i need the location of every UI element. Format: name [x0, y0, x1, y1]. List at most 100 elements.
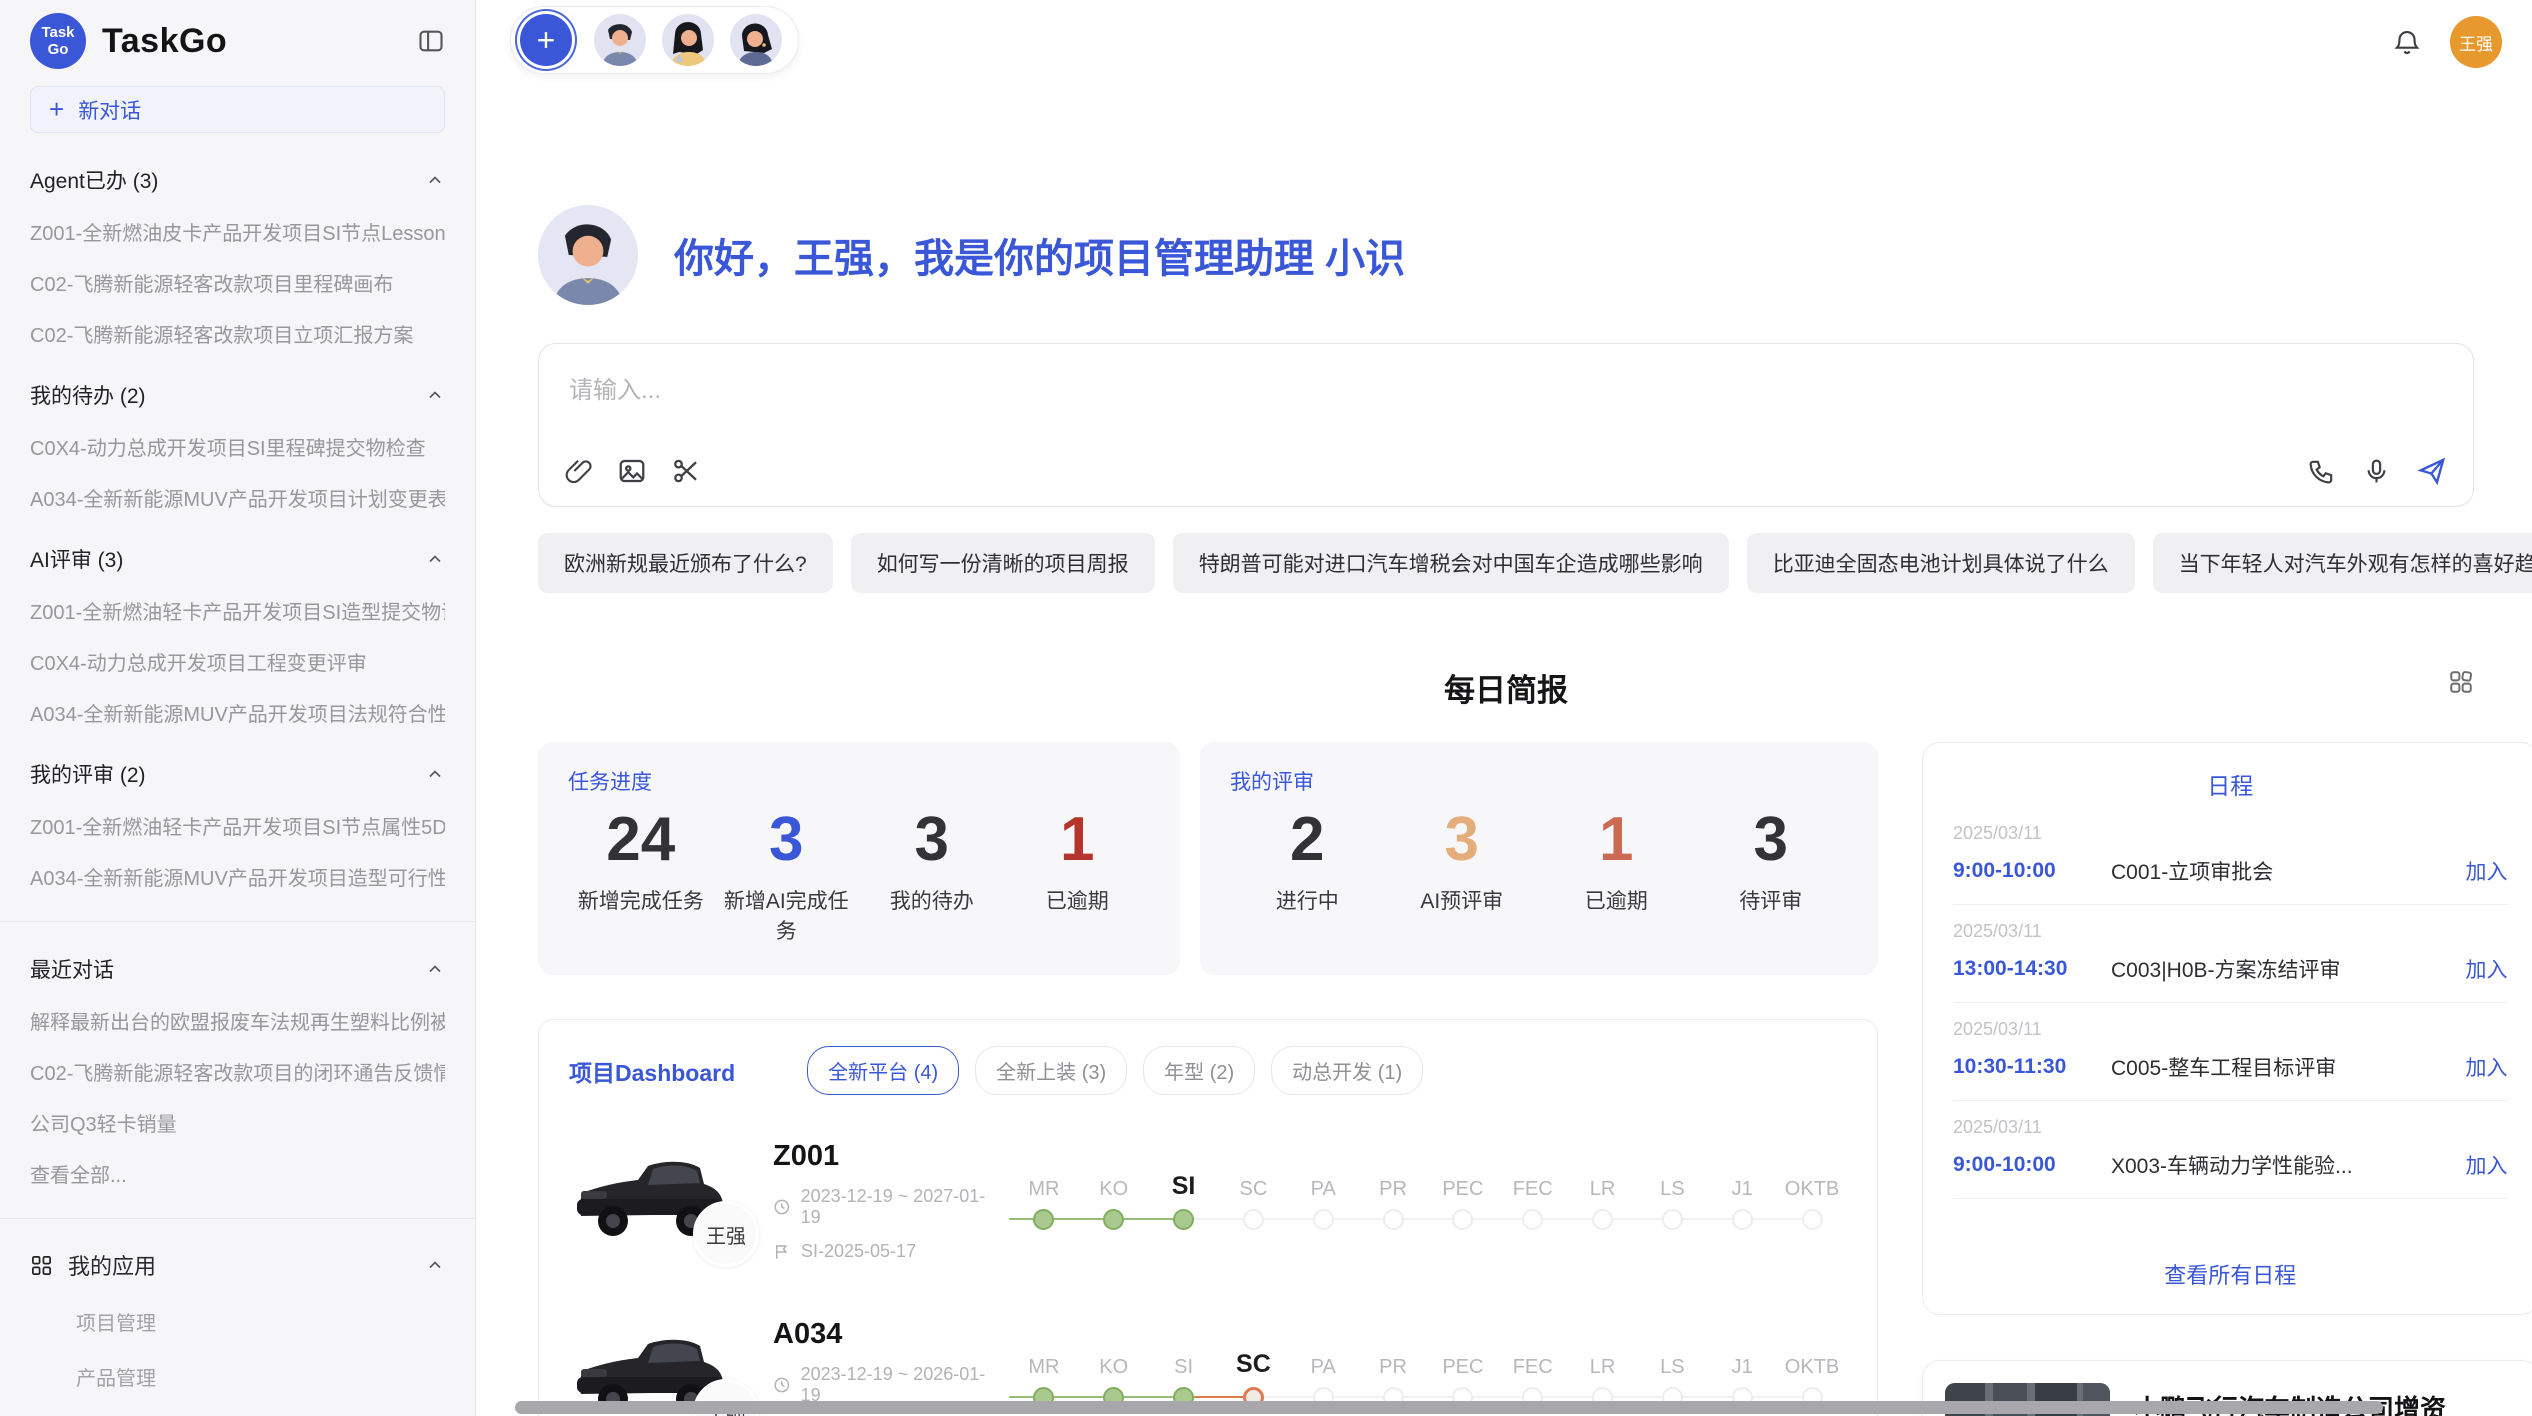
sidebar-task-item[interactable]: 查看全部...: [30, 1159, 445, 1188]
timeline-segment: [1054, 1396, 1078, 1398]
sidebar-task-item[interactable]: 解释最新出台的欧盟报废车法规再生塑料比例被调至15%...: [30, 1006, 445, 1035]
stat: 2 进行中: [1230, 804, 1385, 915]
milestone-node: [1313, 1209, 1334, 1230]
chevron-up-icon[interactable]: [425, 385, 445, 405]
image-upload-icon[interactable]: [617, 456, 647, 486]
timeline-segment: [1707, 1396, 1731, 1398]
join-meeting-link[interactable]: 加入: [2466, 954, 2508, 984]
sidebar-section: 最近对话 解释最新出台的欧盟报废车法规再生塑料比例被调至15%... C02-飞腾…: [30, 954, 445, 1188]
dashboard-tab[interactable]: 全新上装 (3): [975, 1046, 1127, 1095]
stat-list: 24 新增完成任务 3 新增AI完成任务 3 我的待办 1 已逾期: [568, 804, 1150, 945]
sidebar-item-my-apps[interactable]: 我的应用: [30, 1249, 445, 1281]
suggestion-chip[interactable]: 当下年轻人对汽车外观有怎样的喜好趋势: [2153, 533, 2532, 593]
milestone-label: PA: [1311, 1169, 1336, 1201]
stat: 3 AI预评审: [1385, 804, 1540, 915]
sidebar-task-item[interactable]: Z001-全新燃油轻卡产品开发项目SI节点属性5D文件评审: [30, 811, 445, 840]
project-row[interactable]: 王强 Z001 2023-12-19 ~ 2027-01-19 SI-2025-…: [569, 1129, 1847, 1273]
milestone-label: PA: [1311, 1347, 1336, 1379]
scissors-icon[interactable]: [671, 456, 701, 486]
stat: 1 已逾期: [1539, 804, 1694, 915]
phone-call-icon[interactable]: [2307, 457, 2336, 486]
suggestion-chip[interactable]: 特朗普可能对进口汽车增税会对中国车企造成哪些影响: [1173, 533, 1729, 593]
join-meeting-link[interactable]: 加入: [2466, 1052, 2508, 1082]
chevron-up-icon[interactable]: [425, 959, 445, 979]
sidebar-task-item[interactable]: Z001-全新燃油轻卡产品开发项目SI造型提交物评审: [30, 596, 445, 625]
sidebar-task-item[interactable]: C0X4-动力总成开发项目工程变更评审: [30, 647, 445, 676]
stat-value: 3: [859, 804, 1005, 875]
timeline-segment: [1498, 1218, 1522, 1220]
chevron-up-icon[interactable]: [425, 549, 445, 569]
send-icon[interactable]: [2417, 456, 2447, 486]
header-actions: 王强: [2392, 16, 2502, 68]
project-dates: 2023-12-19 ~ 2026-01-19: [773, 1364, 1001, 1406]
apps-grid-icon: [30, 1254, 53, 1277]
stat-label: 新增完成任务: [568, 885, 714, 915]
notification-bell-icon[interactable]: [2392, 27, 2422, 57]
chat-composer[interactable]: 请输入...: [538, 343, 2474, 507]
sidebar-task-item[interactable]: 公司Q3轻卡销量: [30, 1108, 445, 1137]
sidebar-task-item[interactable]: Z001-全新燃油皮卡产品开发项目SI节点Lesson Learn报告: [30, 217, 445, 246]
agent-avatar-3[interactable]: [730, 14, 782, 66]
chevron-up-icon[interactable]: [425, 764, 445, 784]
timeline-segment: [1334, 1218, 1358, 1220]
chevron-up-icon[interactable]: [425, 1255, 445, 1275]
join-meeting-link[interactable]: 加入: [2466, 856, 2508, 886]
attachment-icon[interactable]: [565, 457, 593, 485]
section-header[interactable]: Agent已办 (3): [30, 165, 445, 195]
timeline-segment: [1683, 1218, 1707, 1220]
sidebar-task-item[interactable]: A034-全新新能源MUV产品开发项目计划变更表编写: [30, 483, 445, 512]
view-all-schedule-link[interactable]: 查看所有日程: [1953, 1242, 2508, 1294]
milestone-node: [1452, 1209, 1473, 1230]
stat-card-title: 任务进度: [568, 766, 1150, 796]
stat-value: 1: [1005, 804, 1151, 875]
section-header[interactable]: 最近对话: [30, 954, 445, 984]
plus-icon: +: [49, 96, 64, 122]
suggestion-chip[interactable]: 如何写一份清晰的项目周报: [851, 533, 1155, 593]
suggestion-chip[interactable]: 欧洲新规最近颁布了什么?: [538, 533, 833, 593]
milestone-label: OKTB: [1785, 1169, 1839, 1201]
dashboard-tab[interactable]: 全新平台 (4): [807, 1046, 959, 1095]
schedule-event-title: C001-立项审批会: [2111, 856, 2452, 886]
timeline-segment: [1543, 1218, 1567, 1220]
dashboard-tab[interactable]: 动总开发 (1): [1271, 1046, 1423, 1095]
section-header[interactable]: 我的待办 (2): [30, 380, 445, 410]
add-agent-button[interactable]: +: [520, 14, 572, 66]
suggestion-chip[interactable]: 比亚迪全固态电池计划具体说了什么: [1747, 533, 2135, 593]
section-header[interactable]: 我的评审 (2): [30, 759, 445, 789]
milestone-label: J1: [1732, 1347, 1753, 1379]
horizontal-scrollbar[interactable]: [515, 1401, 2383, 1414]
milestone-node: [1243, 1209, 1264, 1230]
sidebar-task-item[interactable]: C02-飞腾新能源轻客改款项目里程碑画布: [30, 268, 445, 297]
project-row[interactable]: 王强 A034 2023-12-19 ~ 2026-01-19 SC-2025-…: [569, 1307, 1847, 1416]
my-apps-item[interactable]: 项目管理: [76, 1307, 445, 1336]
collapse-sidebar-icon[interactable]: [417, 27, 445, 55]
section-header[interactable]: AI评审 (3): [30, 544, 445, 574]
sidebar-task-item[interactable]: A034-全新新能源MUV产品开发项目法规符合性评审: [30, 698, 445, 727]
project-owner-badge: 王强: [693, 1201, 759, 1267]
sidebar-task-item[interactable]: C0X4-动力总成开发项目SI里程碑提交物检查: [30, 432, 445, 461]
sidebar-task-item[interactable]: A034-全新新能源MUV产品开发项目造型可行性评审: [30, 862, 445, 891]
stat-label: 进行中: [1230, 885, 1385, 915]
chevron-up-icon[interactable]: [425, 170, 445, 190]
join-meeting-link[interactable]: 加入: [2466, 1150, 2508, 1180]
schedule-card: 日程 2025/03/11 9:00-10:00 C001-立项审批会 加入 2…: [1922, 742, 2532, 1315]
microphone-icon[interactable]: [2362, 457, 2391, 486]
chat-input[interactable]: 请输入...: [569, 370, 2443, 405]
new-chat-button[interactable]: + 新对话: [30, 86, 445, 133]
logo-line1: Task: [41, 24, 74, 41]
agent-avatar-2[interactable]: [662, 14, 714, 66]
dashboard-tab[interactable]: 年型 (2): [1143, 1046, 1255, 1095]
agent-avatar-1[interactable]: [594, 14, 646, 66]
schedule-event-title: X003-车辆动力学性能验...: [2111, 1150, 2452, 1180]
my-apps-item[interactable]: 产品管理: [76, 1362, 445, 1391]
briefing-layout-icon[interactable]: [2448, 669, 2474, 695]
user-avatar[interactable]: 王强: [2450, 16, 2502, 68]
project-date-range: 2023-12-19 ~ 2026-01-19: [801, 1364, 1001, 1406]
schedule-row: 9:00-10:00 C001-立项审批会 加入: [1953, 856, 2508, 886]
schedule-event-title: C003|H0B-方案冻结评审: [2111, 954, 2452, 984]
sidebar-task-item[interactable]: C02-飞腾新能源轻客改款项目立项汇报方案: [30, 319, 445, 348]
milestone-pr: PR: [1358, 1169, 1428, 1233]
project-list: 王强 Z001 2023-12-19 ~ 2027-01-19 SI-2025-…: [569, 1129, 1847, 1416]
milestone-label: SI: [1174, 1347, 1193, 1379]
sidebar-task-item[interactable]: C02-飞腾新能源轻客改款项目的闭环通告反馈情况: [30, 1057, 445, 1086]
